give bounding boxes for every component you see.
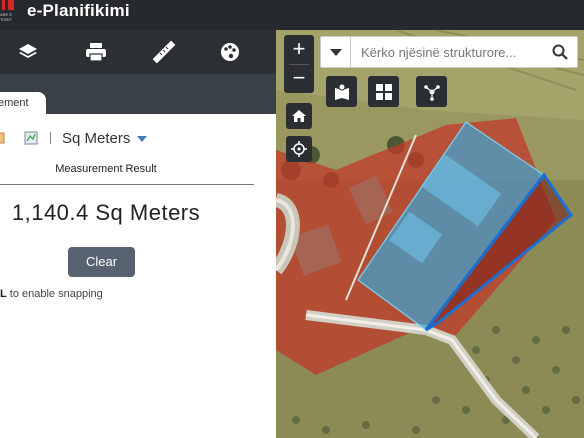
locate-button[interactable] bbox=[286, 136, 312, 162]
map-pin-book-icon bbox=[334, 83, 349, 100]
zoom-in-button[interactable]: + bbox=[284, 35, 314, 64]
tab-measurement-label: ement bbox=[0, 97, 29, 109]
layers-icon bbox=[19, 44, 37, 58]
area-tool-icon[interactable] bbox=[0, 131, 6, 145]
print-button[interactable] bbox=[82, 38, 110, 66]
result-title: Measurement Result bbox=[55, 163, 157, 175]
snap-hint: L to enable snapping bbox=[0, 288, 103, 300]
chevron-down-icon[interactable] bbox=[137, 136, 147, 142]
distance-tool-icon[interactable] bbox=[24, 131, 38, 145]
app-title: e-Planifikimi bbox=[27, 1, 130, 20]
search-icon[interactable] bbox=[552, 44, 568, 60]
locate-crosshair-icon bbox=[291, 141, 307, 157]
result-value: 1,140.4 Sq Meters bbox=[11, 200, 201, 225]
style-button[interactable] bbox=[216, 38, 244, 66]
print-icon bbox=[86, 43, 106, 62]
measure-button[interactable] bbox=[150, 38, 178, 66]
toolbar-separator-strip bbox=[0, 74, 276, 92]
logo-caption: ARE E TORIT bbox=[0, 12, 13, 22]
map-tool-grid[interactable] bbox=[368, 76, 399, 107]
network-nodes-icon bbox=[423, 84, 440, 101]
grid-icon bbox=[375, 83, 392, 100]
clear-button[interactable]: Clear bbox=[68, 247, 135, 277]
snap-hint-key: L bbox=[0, 288, 7, 300]
app-window: ARE E TORIT e-Planifikimi ement Sq Meter… bbox=[0, 0, 584, 438]
measure-ruler-icon bbox=[152, 40, 176, 64]
map-tool-locate-book[interactable] bbox=[326, 76, 357, 107]
zoom-control: + − bbox=[284, 35, 314, 93]
search-input[interactable] bbox=[361, 37, 541, 67]
result-divider bbox=[0, 184, 254, 185]
home-icon bbox=[292, 110, 306, 122]
layers-button[interactable] bbox=[14, 38, 42, 66]
zoom-out-button[interactable]: − bbox=[284, 64, 314, 93]
home-button[interactable] bbox=[286, 103, 312, 129]
snap-hint-text: to enable snapping bbox=[6, 288, 103, 300]
measurement-unit-row: Sq Meters bbox=[0, 128, 276, 150]
unit-select[interactable]: Sq Meters bbox=[62, 130, 130, 147]
search-box bbox=[320, 36, 578, 68]
app-header: ARE E TORIT e-Planifikimi bbox=[0, 0, 584, 30]
search-source-dropdown[interactable] bbox=[321, 37, 351, 67]
palette-icon bbox=[221, 43, 239, 61]
map-tool-network[interactable] bbox=[416, 76, 447, 107]
tab-measurement[interactable]: ement bbox=[0, 92, 46, 114]
unit-separator bbox=[50, 132, 51, 144]
toolbar bbox=[0, 30, 276, 74]
